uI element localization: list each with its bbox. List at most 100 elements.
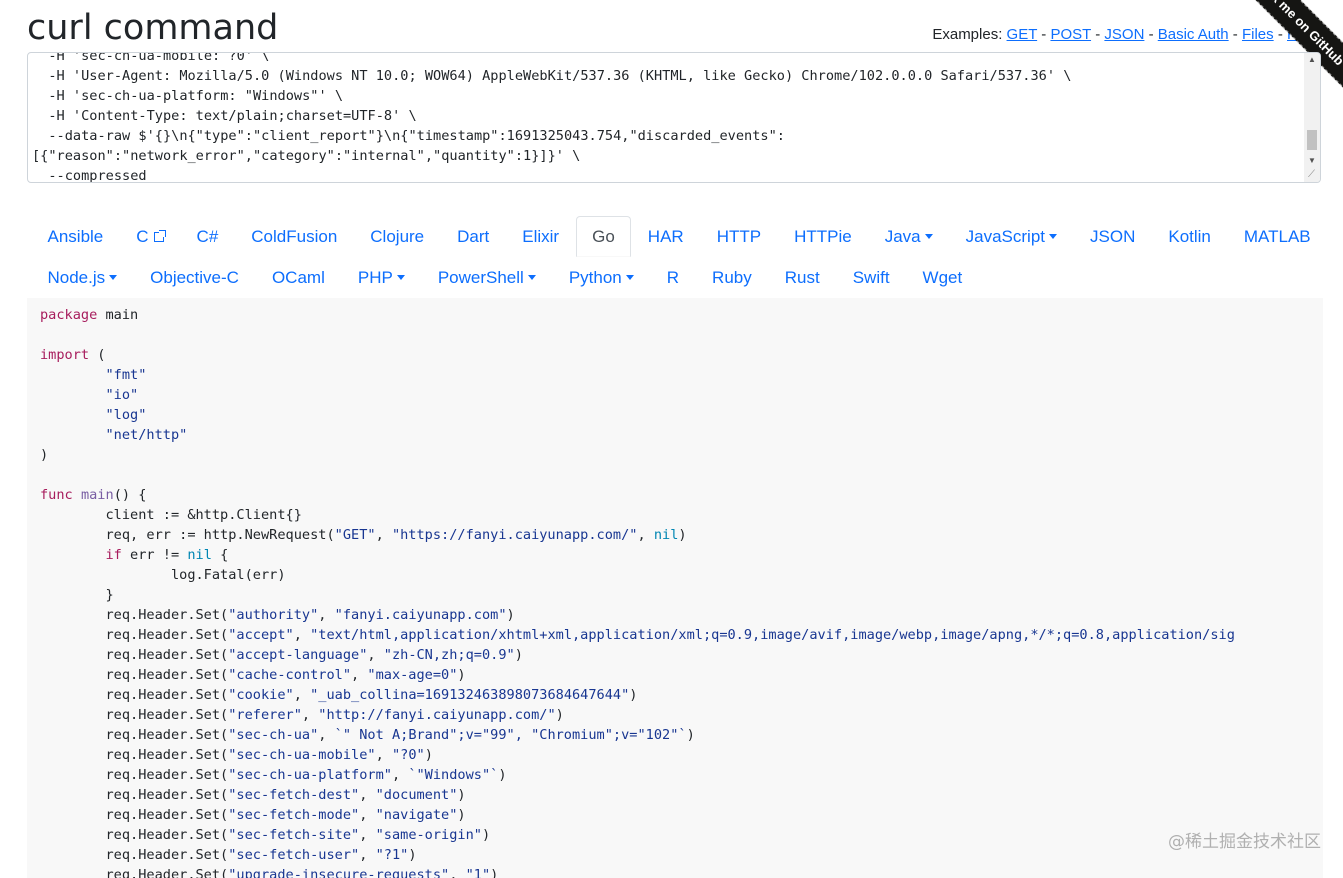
code-token: ,	[375, 527, 392, 543]
code-token: req.Header.Set(	[40, 787, 229, 803]
tab-httpie[interactable]: HTTPie	[778, 216, 869, 257]
tab-go[interactable]: Go	[575, 216, 632, 257]
tab-javascript[interactable]: JavaScript	[949, 216, 1073, 257]
caret-down-icon	[924, 234, 933, 239]
code-token: nil	[187, 547, 212, 563]
curl-line: --compressed	[32, 168, 147, 183]
tab-ansible[interactable]: Ansible	[31, 216, 120, 257]
code-line: req.Header.Set("referer", "http://fanyi.…	[40, 705, 1323, 725]
code-token: "_uab_collina=169132463898073684647644"	[310, 687, 630, 703]
code-token: )	[40, 447, 49, 463]
code-token: err !=	[121, 547, 188, 563]
example-link-basic-auth[interactable]: Basic Auth	[1158, 26, 1229, 43]
code-token: ,	[293, 687, 311, 703]
code-token: )	[457, 667, 466, 683]
code-token: log.Fatal(err)	[40, 567, 286, 583]
tab-kotlin[interactable]: Kotlin	[1152, 216, 1228, 257]
tab-elixir[interactable]: Elixir	[506, 216, 576, 257]
tab-ruby[interactable]: Ruby	[696, 257, 769, 298]
tab-c#[interactable]: C#	[180, 216, 235, 257]
tab-clojure[interactable]: Clojure	[354, 216, 441, 257]
code-token: )	[490, 867, 499, 878]
scroll-thumb[interactable]	[1307, 130, 1317, 150]
code-token: "cache-control"	[228, 667, 352, 683]
code-token: "sec-fetch-site"	[228, 827, 360, 843]
code-token: )	[514, 647, 523, 663]
tab-label: Elixir	[522, 226, 560, 246]
tab-dart[interactable]: Dart	[441, 216, 506, 257]
code-token: "1"	[465, 867, 491, 878]
code-token: "accept-language"	[228, 647, 368, 663]
example-link-json[interactable]: JSON	[1104, 26, 1144, 43]
tab-http[interactable]: HTTP	[700, 216, 777, 257]
code-line: "net/http"	[40, 425, 1323, 445]
tab-label: R	[666, 267, 680, 287]
tab-label: Rust	[784, 267, 820, 287]
code-token: )	[457, 787, 466, 803]
code-token: "io"	[105, 387, 139, 403]
tab-label: JavaScript	[965, 226, 1046, 246]
tab-har[interactable]: HAR	[631, 216, 700, 257]
resize-grip-icon[interactable]: ⟋	[1308, 170, 1318, 180]
watermark: @稀土掘金技术社区	[1168, 832, 1321, 852]
code-token: `"Windows"`	[408, 767, 499, 783]
code-line: client := &http.Client{}	[40, 505, 1323, 525]
code-token: ,	[375, 747, 392, 763]
code-token: (	[89, 347, 106, 363]
curl-line: -H 'User-Agent: Mozilla/5.0 (Windows NT …	[32, 68, 1072, 84]
tab-json[interactable]: JSON	[1074, 216, 1152, 257]
tab-swift[interactable]: Swift	[836, 257, 906, 298]
code-line: req.Header.Set("authority", "fanyi.caiyu…	[40, 605, 1323, 625]
code-token: req.Header.Set(	[40, 707, 229, 723]
code-token: ,	[359, 827, 376, 843]
tab-wget[interactable]: Wget	[906, 257, 979, 298]
code-line: package main	[40, 305, 1323, 325]
curl-input-scrollbar[interactable]: ▲ ▼	[1304, 53, 1320, 182]
language-tabs: Ansible C C# ColdFusion Clojure Dart Elixir Go H…	[31, 216, 1323, 298]
tab-powershell[interactable]: PowerShell	[421, 257, 552, 298]
curl-command-input[interactable]: -H 'sec-ch-ua-mobile: ?0' \ -H 'User-Age…	[27, 52, 1321, 183]
tab-label: PHP	[357, 267, 393, 287]
tab-rust[interactable]: Rust	[768, 257, 836, 298]
example-link-post[interactable]: POST	[1050, 26, 1091, 43]
tab-python[interactable]: Python	[552, 257, 650, 298]
example-link-get[interactable]: GET	[1007, 26, 1038, 43]
tab-r[interactable]: R	[650, 257, 695, 298]
code-token: req, err := http.NewRequest(	[40, 527, 335, 543]
code-token: req.Header.Set(	[40, 687, 229, 703]
code-token: ,	[359, 787, 376, 803]
curl-command-text[interactable]: -H 'sec-ch-ua-mobile: ?0' \ -H 'User-Age…	[32, 53, 1302, 183]
examples-separator: -	[1091, 26, 1105, 43]
tab-label: ColdFusion	[251, 226, 338, 246]
code-token: "net/http"	[105, 427, 188, 443]
code-token: req.Header.Set(	[40, 867, 229, 878]
code-token: "sec-fetch-dest"	[228, 787, 360, 803]
examples-separator: -	[1228, 26, 1242, 43]
tab-label: Clojure	[370, 226, 425, 246]
example-link-files[interactable]: Files	[1242, 26, 1274, 43]
code-token: "navigate"	[375, 807, 458, 823]
code-token: client := &http.Client{}	[40, 507, 302, 523]
tab-coldfusion[interactable]: ColdFusion	[235, 216, 354, 257]
code-token: }	[40, 587, 114, 603]
tab-java[interactable]: Java	[868, 216, 949, 257]
scroll-up-arrow-icon[interactable]: ▲	[1304, 53, 1320, 67]
tab-label: JSON	[1090, 226, 1136, 246]
code-token: func	[40, 487, 73, 503]
external-link-icon	[153, 229, 166, 242]
tab-ocaml[interactable]: OCaml	[255, 257, 341, 298]
code-token: "authority"	[228, 607, 319, 623]
code-token: )	[678, 527, 687, 543]
code-token: main	[80, 487, 114, 503]
scroll-down-arrow-icon[interactable]: ▼	[1304, 154, 1320, 168]
tab-node-js[interactable]: Node.js	[31, 257, 134, 298]
code-token: ,	[359, 807, 376, 823]
tab-c[interactable]: C	[120, 216, 180, 257]
tab-label: Node.js	[47, 267, 106, 287]
tab-matlab[interactable]: MATLAB	[1227, 216, 1327, 257]
tab-php[interactable]: PHP	[341, 257, 421, 298]
code-token: "max-age=0"	[367, 667, 458, 683]
curl-line: -H 'Content-Type: text/plain;charset=UTF…	[32, 108, 417, 124]
tab-objective-c[interactable]: Objective-C	[134, 257, 256, 298]
